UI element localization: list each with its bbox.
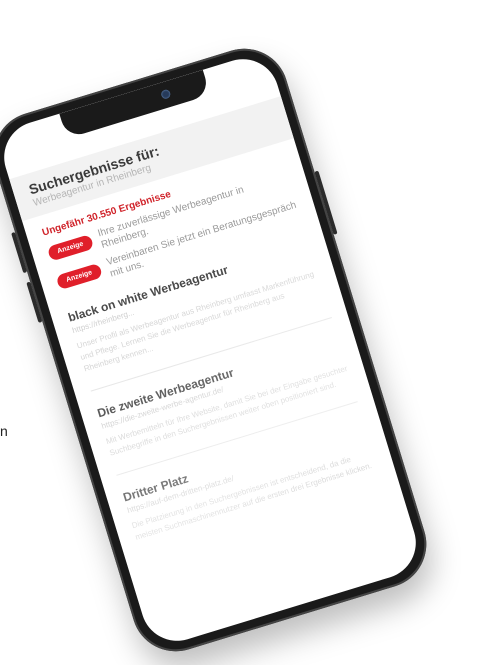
ad-badge: Anzeige xyxy=(55,262,103,291)
stage: n Suchergebnisse für: Werbeagentur in Rh… xyxy=(0,0,487,665)
front-camera-icon xyxy=(160,88,172,100)
smartphone: Suchergebnisse für: Werbeagentur in Rhei… xyxy=(0,37,438,663)
ad-badge: Anzeige xyxy=(46,234,95,262)
stray-text: n xyxy=(0,423,8,439)
